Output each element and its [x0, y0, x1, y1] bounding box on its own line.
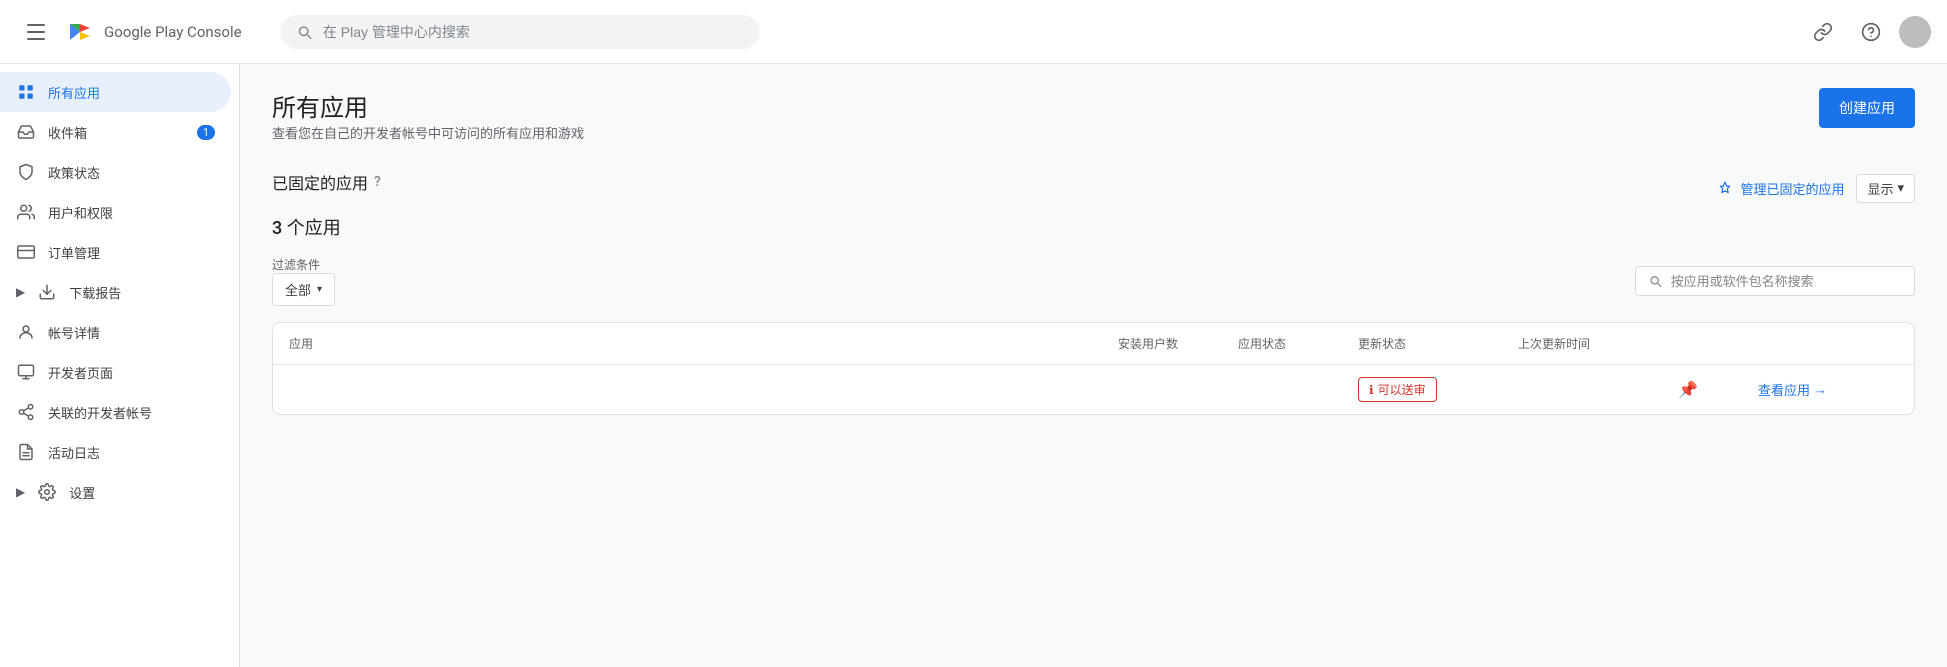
- view-app-label: 查看应用: [1758, 380, 1810, 399]
- pinned-help-icon[interactable]: ?: [374, 174, 381, 190]
- table-header-last-updated: 上次更新时间: [1518, 335, 1678, 352]
- arrow-right-icon: →: [1814, 382, 1827, 398]
- menu-icon[interactable]: [16, 12, 56, 52]
- table-row: ℹ 可以送审 📌 查看应用 →: [273, 365, 1914, 414]
- log-icon: [16, 442, 36, 462]
- avatar[interactable]: [1899, 16, 1931, 48]
- table-cell-update-status: ℹ 可以送审: [1358, 377, 1518, 402]
- sidebar: 所有应用 收件箱 1 政策状态: [0, 64, 240, 667]
- settings-icon: [37, 482, 57, 502]
- link-accounts-icon: [16, 402, 36, 422]
- search-input[interactable]: [323, 24, 744, 40]
- manage-pinned-label: 管理已固定的应用: [1740, 179, 1844, 198]
- page-subtitle: 查看您在自己的开发者帐号中可访问的所有应用和游戏: [272, 123, 584, 142]
- status-badge: ℹ 可以送审: [1358, 377, 1437, 402]
- grid-icon: [16, 82, 36, 102]
- sidebar-item-inbox[interactable]: 收件箱 1: [0, 112, 231, 152]
- sidebar-label-activity-log: 活动日志: [48, 443, 100, 462]
- sidebar-item-all-apps[interactable]: 所有应用: [0, 72, 231, 112]
- sidebar-item-developer-page[interactable]: 开发者页面: [0, 352, 231, 392]
- table-header-app: 应用: [289, 335, 1118, 352]
- sidebar-label-users: 用户和权限: [48, 203, 113, 222]
- main-content: 所有应用 查看您在自己的开发者帐号中可访问的所有应用和游戏 创建应用 已固定的应…: [240, 64, 1947, 667]
- sidebar-label-settings: 设置: [69, 483, 95, 502]
- sidebar-item-orders[interactable]: 订单管理: [0, 232, 231, 272]
- inbox-badge: 1: [197, 125, 215, 140]
- sidebar-label-linked-accounts: 关联的开发者帐号: [48, 403, 152, 422]
- link-icon-button[interactable]: [1803, 12, 1843, 52]
- view-app-link[interactable]: 查看应用 →: [1758, 380, 1898, 399]
- sidebar-item-users[interactable]: 用户和权限: [0, 192, 231, 232]
- table-header-actions: [1758, 335, 1898, 352]
- table-cell-actions: 查看应用 →: [1758, 380, 1898, 399]
- account-icon: [16, 322, 36, 342]
- filter-wrapper: 过滤条件 全部 ▾: [272, 256, 335, 306]
- logo-text: Google Play Console: [104, 23, 242, 41]
- topbar-right: [1803, 12, 1931, 52]
- table-header: 应用 安装用户数 应用状态 更新状态 上次更新时间: [273, 323, 1914, 365]
- search-apps-icon: [1648, 273, 1663, 289]
- sidebar-label-policy: 政策状态: [48, 163, 100, 182]
- info-icon: ℹ: [1369, 383, 1374, 397]
- topbar: Google Play Console: [0, 0, 1947, 64]
- hamburger-icon: [27, 24, 45, 40]
- download-icon: [37, 282, 57, 302]
- page-title: 所有应用: [272, 88, 584, 123]
- filter-section: 过滤条件 全部 ▾: [272, 256, 1915, 306]
- app-count: 3 个应用: [272, 214, 1915, 240]
- inbox-icon: [16, 122, 36, 142]
- sidebar-item-settings[interactable]: ▶ 设置: [0, 472, 239, 512]
- search-apps-input[interactable]: [1671, 274, 1902, 289]
- topbar-left: Google Play Console: [16, 12, 256, 52]
- filter-select[interactable]: 全部 ▾: [272, 273, 335, 306]
- sidebar-item-policy[interactable]: 政策状态: [0, 152, 231, 192]
- page-header: 所有应用 查看您在自己的开发者帐号中可访问的所有应用和游戏 创建应用: [272, 88, 1915, 166]
- chevron-down-icon: ▾: [1897, 181, 1904, 196]
- help-icon-button[interactable]: [1851, 12, 1891, 52]
- play-console-logo-icon: [64, 16, 96, 48]
- search-icon: [296, 23, 313, 41]
- table-header-pin: [1678, 335, 1758, 352]
- pinned-section-header: 已固定的应用 ? 管理已固定的应用 显示 ▾: [272, 170, 1915, 206]
- sidebar-label-inbox: 收件箱: [48, 123, 87, 142]
- show-dropdown[interactable]: 显示 ▾: [1856, 174, 1915, 203]
- search-bar: [280, 15, 760, 49]
- pin-filled-icon: 📌: [1678, 380, 1698, 399]
- apps-table: 应用 安装用户数 应用状态 更新状态 上次更新时间 ℹ 可以送审: [272, 322, 1915, 415]
- create-app-button[interactable]: 创建应用: [1819, 88, 1915, 128]
- sidebar-label-reports: 下载报告: [69, 283, 121, 302]
- manage-pinned-link[interactable]: 管理已固定的应用: [1718, 179, 1844, 198]
- sidebar-item-activity-log[interactable]: 活动日志: [0, 432, 231, 472]
- status-badge-label: 可以送审: [1378, 381, 1426, 398]
- pin-icon: [1718, 181, 1732, 195]
- sidebar-item-reports[interactable]: ▶ 下载报告: [0, 272, 239, 312]
- filter-value: 全部: [285, 280, 311, 299]
- sidebar-item-linked-accounts[interactable]: 关联的开发者帐号: [0, 392, 231, 432]
- filter-label: 过滤条件: [272, 256, 335, 273]
- filter-arrow-icon: ▾: [317, 284, 322, 295]
- shield-icon: [16, 162, 36, 182]
- help-icon: [1861, 22, 1881, 42]
- users-icon: [16, 202, 36, 222]
- sidebar-item-account[interactable]: 帐号详情: [0, 312, 231, 352]
- pinned-section-title: 已固定的应用 ?: [272, 170, 381, 194]
- sidebar-label-orders: 订单管理: [48, 243, 100, 262]
- developer-icon: [16, 362, 36, 382]
- sidebar-label-account: 帐号详情: [48, 323, 100, 342]
- show-label: 显示: [1867, 179, 1893, 198]
- sidebar-label-all-apps: 所有应用: [48, 83, 100, 102]
- table-cell-pin: 📌: [1678, 380, 1758, 399]
- logo-area: Google Play Console: [64, 16, 242, 48]
- table-header-app-status: 应用状态: [1238, 335, 1358, 352]
- credit-card-icon: [16, 242, 36, 262]
- layout: 所有应用 收件箱 1 政策状态: [0, 64, 1947, 667]
- link-icon: [1813, 22, 1833, 42]
- search-apps-bar: [1635, 266, 1915, 296]
- page-header-left: 所有应用 查看您在自己的开发者帐号中可访问的所有应用和游戏: [272, 88, 584, 166]
- sidebar-label-developer-page: 开发者页面: [48, 363, 113, 382]
- table-header-installs: 安装用户数: [1118, 335, 1238, 352]
- table-header-update-status: 更新状态: [1358, 335, 1518, 352]
